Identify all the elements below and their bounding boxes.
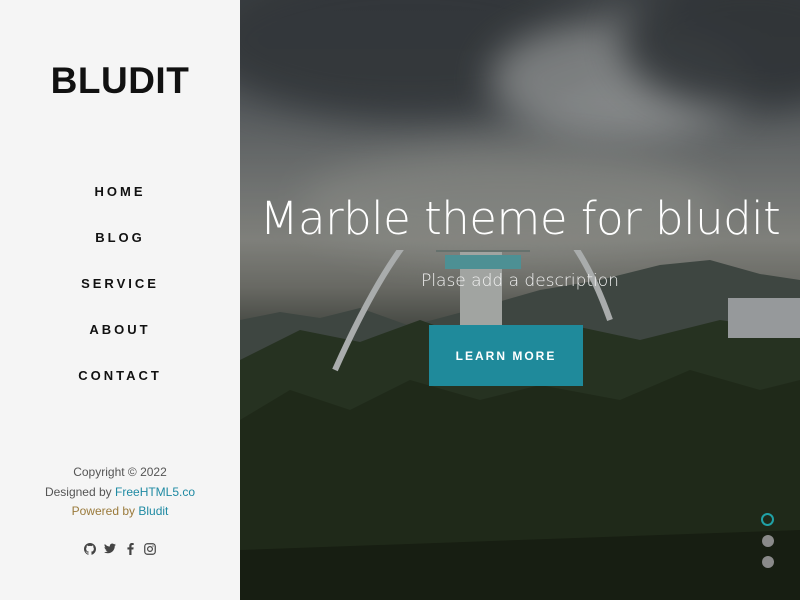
- nav-item-service: SERVICE: [0, 275, 240, 321]
- nav-link-blog[interactable]: BLOG: [89, 230, 151, 245]
- nav-item-blog: BLOG: [0, 229, 240, 275]
- powered-by-line: Powered by Bludit: [0, 502, 240, 522]
- learn-more-button[interactable]: LEARN MORE: [429, 325, 583, 386]
- designed-by-label: Designed by: [44, 484, 112, 499]
- site-logo[interactable]: BLUDIT: [0, 60, 240, 102]
- slider-dot-1[interactable]: [761, 513, 774, 526]
- github-icon[interactable]: [84, 542, 97, 555]
- nav-item-home: HOME: [0, 183, 240, 229]
- instagram-icon[interactable]: [144, 542, 157, 555]
- nav-link-about[interactable]: ABOUT: [83, 322, 156, 337]
- sidebar-footer: Copyright © 2022 Designed by FreeHTML5.c…: [0, 463, 240, 522]
- social-links: [0, 542, 240, 555]
- powered-by-link[interactable]: Bludit: [138, 504, 168, 518]
- sidebar: BLUDIT HOME BLOG SERVICE ABOUT CONTACT C…: [0, 0, 240, 600]
- main-nav: HOME BLOG SERVICE ABOUT CONTACT: [0, 183, 240, 413]
- nav-item-about: ABOUT: [0, 321, 240, 367]
- nav-item-contact: CONTACT: [0, 367, 240, 413]
- nav-link-service[interactable]: SERVICE: [75, 276, 165, 291]
- nav-link-home[interactable]: HOME: [89, 184, 152, 199]
- twitter-icon[interactable]: [104, 542, 117, 555]
- facebook-icon[interactable]: [124, 542, 137, 555]
- slider-pagination: [761, 513, 774, 568]
- hero-title: Marble theme for bludit: [259, 192, 781, 245]
- hero-description: Plase add a description: [421, 271, 619, 291]
- hero-slider: Marble theme for bludit Plase add a desc…: [240, 0, 800, 600]
- slider-dot-3[interactable]: [762, 556, 774, 568]
- designed-by-link[interactable]: FreeHTML5.co: [115, 485, 195, 499]
- powered-by-label: Powered by: [71, 504, 135, 518]
- copyright-text: Copyright © 2022: [73, 465, 167, 479]
- slider-dot-2[interactable]: [762, 535, 774, 547]
- designed-by-line: Designed by FreeHTML5.co: [0, 483, 240, 503]
- nav-link-contact[interactable]: CONTACT: [72, 368, 168, 383]
- hero-background-image: [240, 0, 800, 600]
